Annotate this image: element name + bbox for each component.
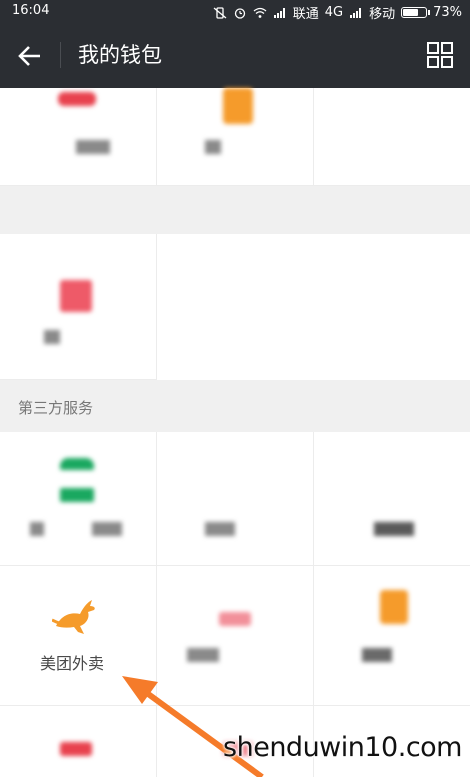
service-label-blurred: [205, 140, 221, 154]
service-label-blurred: [362, 648, 392, 662]
service-meituan-waimai[interactable]: 美团外卖: [0, 566, 157, 706]
third-party-title: 第三方服务: [18, 399, 94, 417]
service-cell[interactable]: [157, 432, 314, 566]
service-label-blurred: [205, 522, 235, 536]
service-label-blurred: [76, 140, 110, 154]
meituan-waimai-label: 美团外卖: [40, 654, 105, 673]
service-icon-blurred: [58, 92, 96, 106]
wifi-icon: [253, 7, 267, 18]
carrier-2: 移动: [369, 7, 396, 22]
service-label-blurred: [374, 522, 414, 536]
service-icon-blurred: [60, 742, 92, 756]
service-cell[interactable]: [314, 566, 470, 706]
service-cell[interactable]: [0, 706, 157, 777]
service-icon-blurred: [219, 612, 251, 626]
status-bar: 16:04 联通 4G 移动 73%: [0, 0, 470, 22]
battery-icon: [401, 7, 431, 18]
third-party-grid: 美团外卖: [0, 432, 470, 777]
service-label-blurred: [187, 648, 219, 662]
status-indicators: 联通 4G 移动 73%: [213, 3, 462, 22]
carrier-1: 联通: [292, 7, 319, 22]
third-party-header: 第三方服务: [0, 380, 470, 432]
service-icon-blurred: [60, 280, 92, 312]
title-bar: 我的钱包: [0, 22, 470, 88]
signal-icon-2: [350, 7, 362, 18]
back-arrow-icon[interactable]: [14, 40, 46, 72]
service-icon-blurred: [380, 590, 408, 624]
battery-percent: 73%: [433, 5, 462, 20]
service-cell[interactable]: [0, 234, 157, 380]
service-icon-blurred: [223, 88, 253, 124]
title-divider: [60, 42, 61, 68]
wallet-section-middle: [0, 234, 470, 380]
service-cell[interactable]: [0, 432, 157, 566]
vibrate-off-icon: [213, 6, 227, 19]
page-title: 我的钱包: [78, 43, 162, 67]
watermark-text: shenduwin10.com: [223, 732, 462, 763]
alarm-icon: [234, 7, 245, 19]
service-icon-blurred: [60, 488, 94, 502]
service-cell[interactable]: [314, 88, 470, 186]
kangaroo-icon: [52, 600, 95, 634]
service-label-blurred: [44, 330, 60, 344]
status-time: 16:04: [12, 3, 50, 18]
service-cell[interactable]: [157, 88, 314, 186]
wallet-content: 第三方服务 美团外卖: [0, 88, 470, 777]
service-cell[interactable]: [0, 88, 157, 186]
wallet-section-top: [0, 88, 470, 186]
service-label-blurred: [92, 522, 122, 536]
network-type: 4G: [324, 5, 344, 20]
grid-menu-icon[interactable]: [426, 41, 454, 69]
service-cell[interactable]: [314, 432, 470, 566]
service-cell[interactable]: [157, 566, 314, 706]
service-label-blurred: [30, 522, 44, 536]
service-icon-blurred: [60, 458, 94, 470]
signal-icon: [273, 7, 285, 18]
